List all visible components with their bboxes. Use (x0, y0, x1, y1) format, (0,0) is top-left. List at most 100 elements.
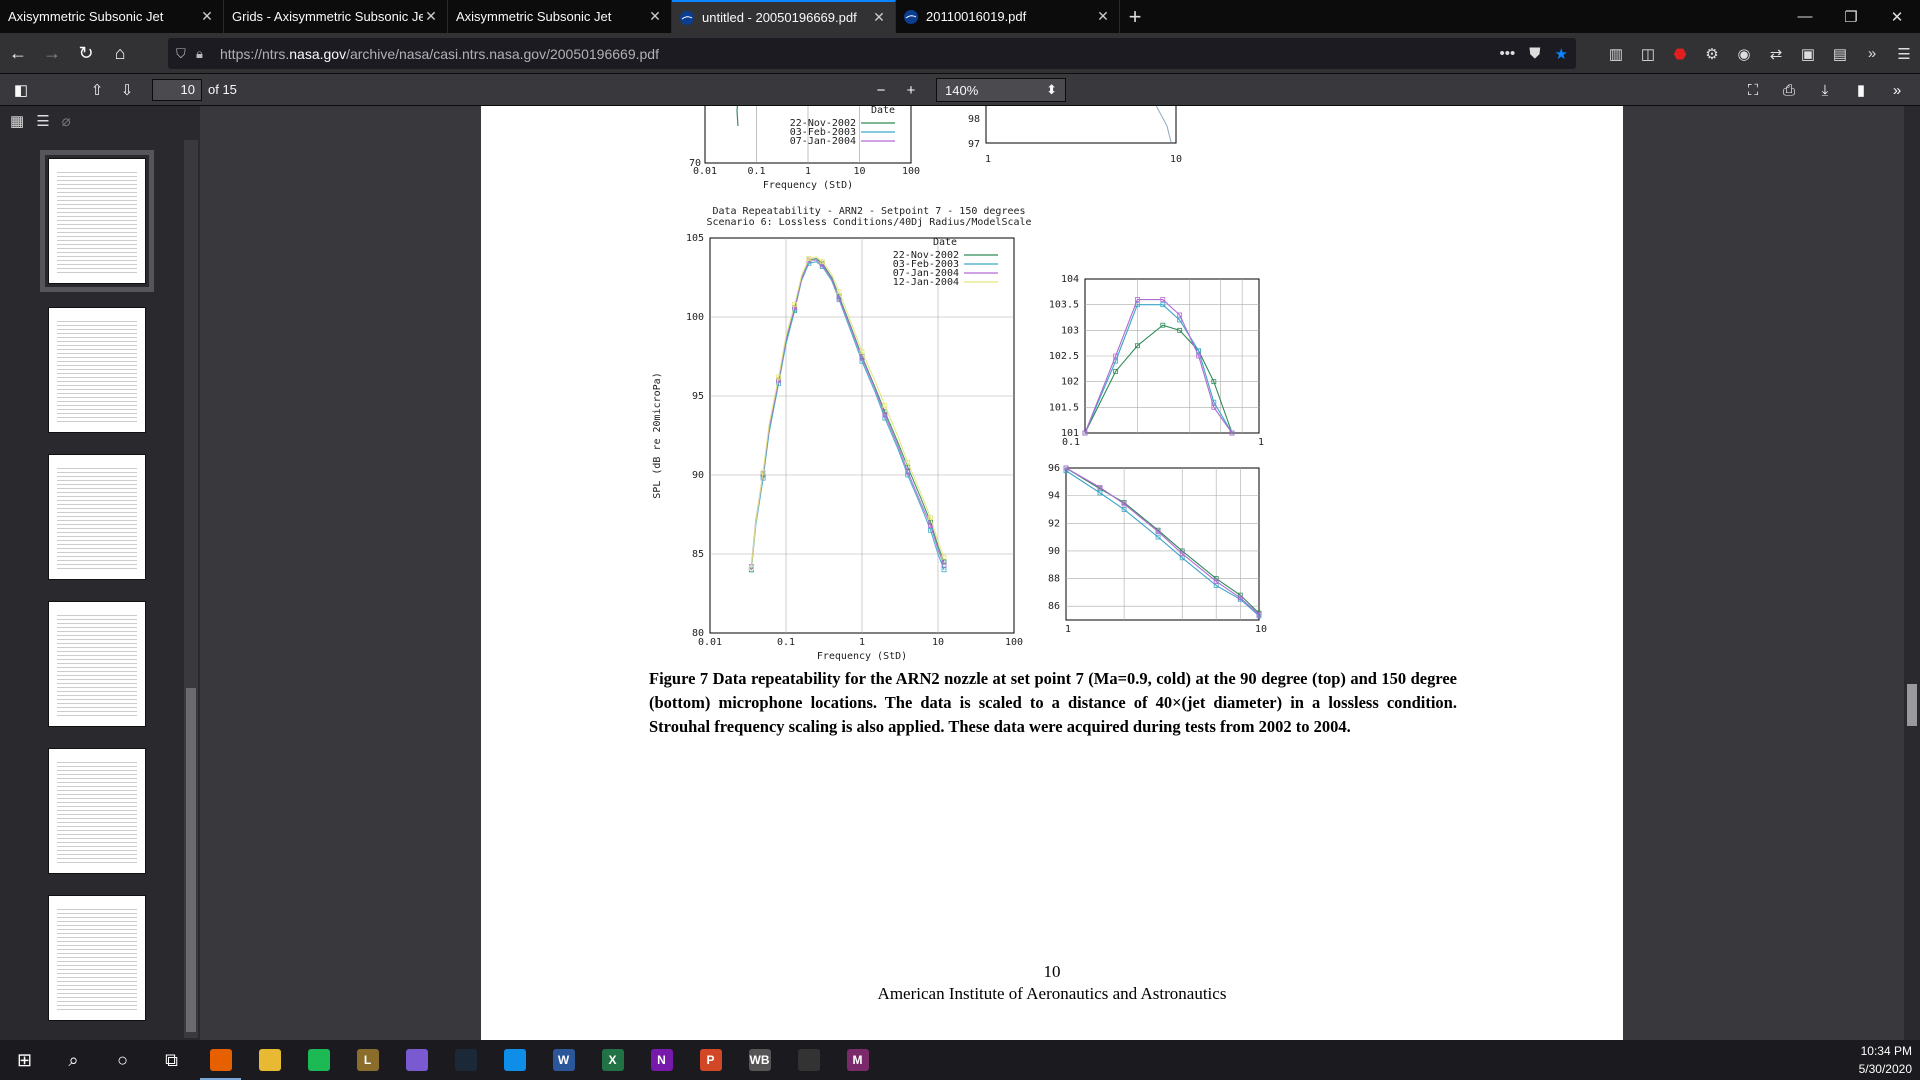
forward-icon[interactable]: → (36, 37, 68, 69)
zoom-select[interactable]: 140% ⬍ (936, 78, 1066, 102)
thumbnails-icon[interactable]: ▦ (10, 112, 24, 130)
powerpoint-taskbar-button[interactable]: P (686, 1040, 735, 1080)
tab-2[interactable]: Axisymmetric Subsonic Jet ✕ (448, 0, 672, 33)
page-actions-icon[interactable]: ••• (1500, 45, 1516, 62)
tab-1[interactable]: Grids - Axisymmetric Subsonic Jet ✕ (224, 0, 448, 33)
reload-icon[interactable]: ↻ (70, 37, 102, 69)
excel-taskbar-button[interactable]: X (588, 1040, 637, 1080)
menu-icon[interactable]: ☰ (1894, 45, 1914, 63)
close-icon[interactable]: ✕ (871, 9, 887, 26)
tab-4[interactable]: 20110016019.pdf ✕ (896, 0, 1120, 33)
page-thumbnail[interactable] (48, 307, 146, 433)
lock-icon[interactable]: 🔒︎ (196, 46, 216, 62)
y-tick-label: 88 (1048, 574, 1060, 585)
page-thumbnail[interactable] (48, 748, 146, 874)
close-icon[interactable]: ✕ (199, 8, 215, 25)
library-icon[interactable]: ▥ (1606, 45, 1626, 63)
league-taskbar-button[interactable]: L (343, 1040, 392, 1080)
figure-caption: Figure 7 Data repeatability for the ARN2… (649, 669, 1457, 736)
y-tick-label: 94 (1048, 491, 1060, 502)
tools-icon[interactable]: » (1882, 77, 1912, 103)
adblock-icon[interactable]: ⬣ (1670, 45, 1690, 63)
page-thumbnail[interactable] (40, 150, 154, 292)
x-tick-label: 10 (932, 637, 944, 648)
new-tab-button[interactable]: + (1120, 0, 1150, 33)
league-icon: L (356, 1049, 379, 1071)
series-line (750, 257, 945, 570)
zoom-in-icon[interactable]: + (896, 77, 926, 103)
url-bar[interactable]: ⛉ 🔒︎ https://ntrs.nasa.gov/archive/nasa/… (168, 38, 1576, 69)
tab-3[interactable]: untitled - 20050196669.pdf ✕ (672, 0, 896, 33)
obs-taskbar-button[interactable] (784, 1040, 833, 1080)
tab-label: Axisymmetric Subsonic Jet (8, 9, 164, 24)
cortana-taskbar-button[interactable]: ○ (98, 1040, 147, 1080)
tab-0[interactable]: Axisymmetric Subsonic Jet ✕ (0, 0, 224, 33)
page-number-input[interactable] (152, 78, 202, 101)
powerpoint-icon: P (699, 1049, 722, 1071)
translate-icon[interactable]: ⇄ (1766, 45, 1786, 63)
print-icon[interactable]: ⎙ (1774, 77, 1804, 103)
sidebar-scrollbar[interactable] (184, 140, 198, 1038)
next-page-icon[interactable]: ⇩ (112, 77, 142, 103)
y-tick-label: 96 (1048, 463, 1060, 474)
windows-start-taskbar-button[interactable]: ⊞ (0, 1040, 49, 1080)
tab-label: Grids - Axisymmetric Subsonic Jet (232, 9, 423, 24)
matlab-taskbar-button[interactable]: M (833, 1040, 882, 1080)
x-tick-label: 0.1 (1062, 437, 1080, 448)
chart-subtitle: Scenario 6: Lossless Conditions/40Dj Rad… (706, 217, 1031, 228)
overflow-icon[interactable]: » (1862, 45, 1882, 62)
previous-page-icon[interactable]: ⇧ (82, 77, 112, 103)
restore-icon[interactable]: ❐ (1828, 0, 1874, 33)
y-tick-label: 90 (692, 470, 704, 481)
x-tick-label: 1 (1258, 437, 1264, 448)
x-tick-label: 1 (985, 154, 991, 165)
pocket-icon[interactable]: ⛊ (1529, 45, 1540, 62)
series-line (736, 106, 739, 127)
outline-icon[interactable]: ☰ (36, 112, 49, 130)
account-icon[interactable]: ◉ (1734, 45, 1754, 63)
close-icon[interactable]: ✕ (423, 8, 439, 25)
workbench-taskbar-button[interactable]: WB (735, 1040, 784, 1080)
task-view-taskbar-button[interactable]: ⧉ (147, 1040, 196, 1080)
attachments-icon[interactable]: ⌀ (62, 112, 71, 130)
home-icon[interactable]: ⌂ (104, 37, 136, 69)
zoom-out-icon[interactable]: − (866, 77, 896, 103)
page-thumbnail[interactable] (48, 454, 146, 580)
y-tick-label: 103.5 (1049, 300, 1079, 311)
main-scrollbar[interactable] (1904, 106, 1920, 1040)
reader-icon[interactable]: ▤ (1830, 45, 1850, 63)
back-icon[interactable]: ← (2, 37, 34, 69)
onenote-taskbar-button[interactable]: N (637, 1040, 686, 1080)
toggle-sidebar-icon[interactable]: ◧ (6, 77, 36, 103)
search-taskbar-button[interactable]: ⌕ (49, 1040, 98, 1080)
download-icon[interactable]: ⤓ (1810, 77, 1840, 103)
messenger-taskbar-button[interactable] (392, 1040, 441, 1080)
extension2-icon[interactable]: ▣ (1798, 45, 1818, 63)
close-icon[interactable]: ✕ (1095, 8, 1111, 25)
bookmark-icon[interactable]: ▮ (1846, 77, 1876, 103)
word-taskbar-button[interactable]: W (539, 1040, 588, 1080)
spotify-taskbar-button[interactable] (294, 1040, 343, 1080)
inset-frame (985, 106, 1177, 144)
firefox-taskbar-button[interactable] (196, 1040, 245, 1080)
steam-taskbar-button[interactable] (441, 1040, 490, 1080)
y-axis-label: SPL (dB re 20microPa) (652, 372, 663, 498)
x-tick-label: 10 (853, 166, 865, 177)
close-window-icon[interactable]: ✕ (1874, 0, 1920, 33)
bookmark-star-icon[interactable]: ★ (1555, 45, 1568, 63)
page-thumbnail[interactable] (48, 601, 146, 727)
url-text[interactable]: https://ntrs.nasa.gov/archive/nasa/casi.… (220, 46, 659, 62)
extension-icon[interactable]: ⚙ (1702, 45, 1722, 63)
sidebar-icon[interactable]: ◫ (1638, 45, 1658, 63)
presentation-mode-icon[interactable]: ⛶ (1738, 77, 1768, 103)
navigation-bar: ← → ↻ ⌂ ⛉ 🔒︎ https://ntrs.nasa.gov/archi… (0, 33, 1920, 74)
shield-icon[interactable]: ⛉ (176, 46, 196, 62)
minimize-icon[interactable]: — (1782, 0, 1828, 33)
tab-bar: Axisymmetric Subsonic Jet ✕ Grids - Axis… (0, 0, 1920, 33)
close-icon[interactable]: ✕ (647, 8, 663, 25)
system-clock[interactable]: 10:34 PM 5/30/2020 (1859, 1042, 1912, 1078)
y-tick-label: 85 (692, 549, 704, 560)
file-explorer-taskbar-button[interactable] (245, 1040, 294, 1080)
page-thumbnail[interactable] (48, 895, 146, 1021)
teamviewer-taskbar-button[interactable] (490, 1040, 539, 1080)
